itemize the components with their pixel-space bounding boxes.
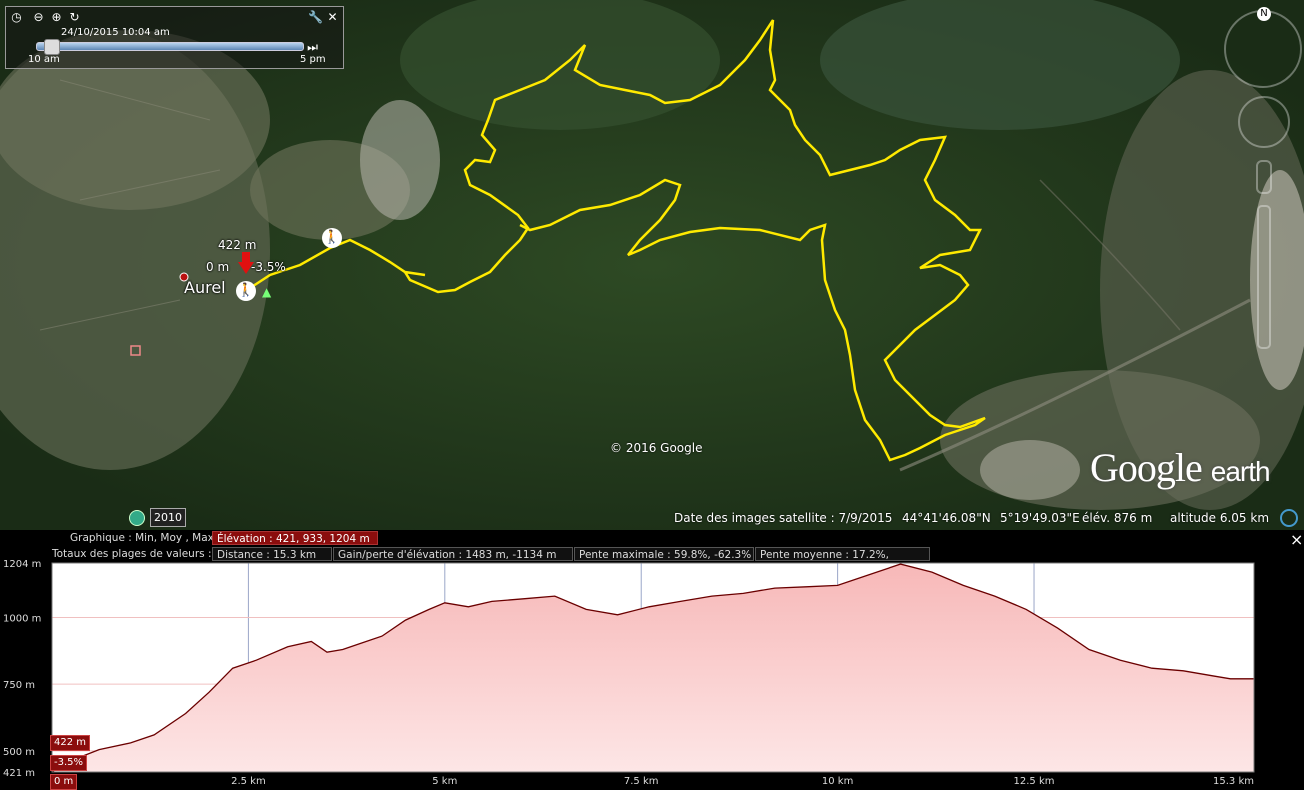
elevation-profile-panel: Graphique : Min, Moy , Max Élévation : 4… — [0, 530, 1304, 790]
time-slider-track[interactable] — [36, 42, 304, 51]
street-view-icon[interactable] — [1256, 160, 1272, 194]
skip-end-icon[interactable]: ⏭ — [306, 41, 319, 54]
elevation-chart[interactable]: 1204 m 1000 m 750 m 500 m 421 m 0 m 2.5 km 5 km… — [0, 530, 1304, 790]
close-icon[interactable]: ✕ — [326, 11, 339, 24]
time-slider-end: 5 pm — [300, 54, 326, 65]
tree-icon: ▲ — [262, 285, 272, 299]
elevation-readout: élév. 876 m — [1082, 511, 1153, 525]
time-slider-handle[interactable] — [44, 39, 60, 55]
clock-icon[interactable]: ◷ — [10, 11, 23, 24]
zoom-out-icon[interactable]: ⊖ — [32, 11, 45, 24]
marker-elevation: 422 m — [218, 238, 257, 252]
x-tick-label: 12.5 km — [1014, 776, 1055, 787]
x-tick-label: 5 km — [432, 776, 457, 787]
copyright: © 2016 Google — [610, 441, 703, 455]
satellite-map[interactable]: ◷ ⊖ ⊕ ↻ 🔧 ✕ 24/10/2015 10:04 am ⏭ 10 am … — [0, 0, 1304, 530]
x-tick-label: 15.3 km — [1213, 776, 1254, 787]
y-tick-label: 500 m — [3, 747, 35, 758]
place-label-aurel[interactable]: Aurel — [184, 278, 226, 297]
hiker-start-icon[interactable]: 🚶 — [236, 281, 256, 301]
x-tick-label: 7.5 km — [624, 776, 659, 787]
move-navigation-control[interactable] — [1238, 96, 1290, 148]
longitude: 5°19'49.03"E — [1000, 511, 1080, 525]
marker-slope: -3.5% — [251, 260, 286, 274]
compass-north-icon[interactable]: N — [1257, 7, 1271, 21]
cursor-slope-tag: -3.5% — [50, 755, 88, 771]
latitude: 44°41'46.08"N — [902, 511, 991, 525]
hiker-waypoint-icon[interactable]: 🚶 — [322, 228, 342, 248]
x-tick-label: 10 km — [822, 776, 853, 787]
position-marker-icon — [238, 252, 254, 274]
time-slider-panel: ◷ ⊖ ⊕ ↻ 🔧 ✕ 24/10/2015 10:04 am ⏭ 10 am … — [5, 6, 344, 69]
y-tick-label: 421 m — [3, 768, 35, 779]
x-tick-label: 2.5 km — [231, 776, 266, 787]
zoom-in-icon[interactable]: ⊕ — [50, 11, 63, 24]
time-slider-date: 24/10/2015 10:04 am — [61, 27, 170, 38]
status-bar: Date des images satellite : 7/9/2015 44°… — [0, 506, 1304, 530]
refresh-icon[interactable]: ↻ — [68, 11, 81, 24]
y-tick-label: 1204 m — [3, 559, 41, 570]
zoom-slider[interactable] — [1257, 205, 1271, 349]
imagery-date: Date des images satellite : 7/9/2015 — [674, 511, 893, 525]
wrench-icon[interactable]: 🔧 — [308, 11, 323, 24]
cursor-distance-tag: 0 m — [50, 774, 78, 790]
streaming-status-icon — [1280, 509, 1298, 527]
time-slider-start: 10 am — [28, 54, 60, 65]
look-navigation-control[interactable] — [1224, 10, 1302, 88]
altitude-readout: altitude 6.05 km — [1170, 511, 1270, 525]
cursor-elevation-tag: 422 m — [50, 735, 91, 751]
marker-distance: 0 m — [206, 260, 230, 274]
y-tick-label: 1000 m — [3, 613, 41, 624]
google-earth-logo: Google earth — [1090, 445, 1271, 490]
y-tick-label: 750 m — [3, 680, 35, 691]
